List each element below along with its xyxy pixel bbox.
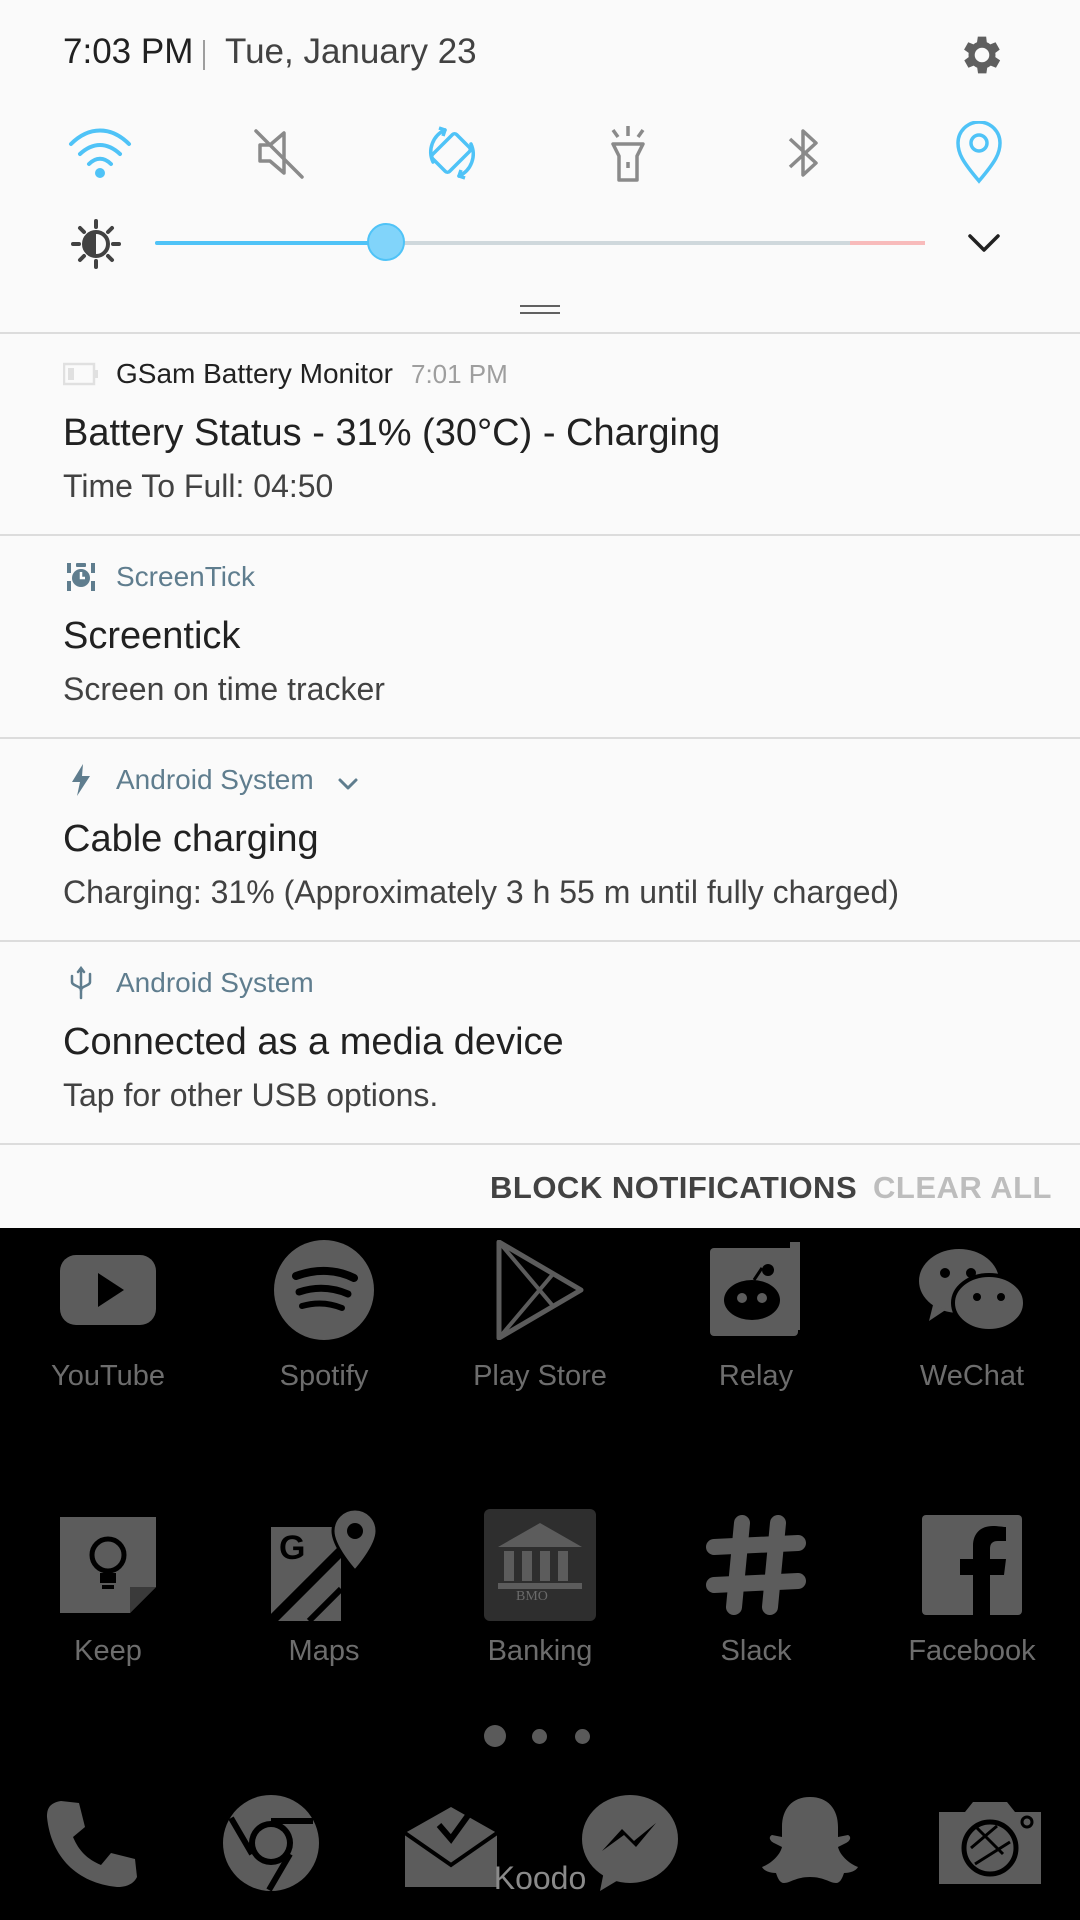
app-play-store[interactable]: Play Store	[450, 1230, 630, 1393]
app-spotify[interactable]: Spotify	[234, 1230, 414, 1393]
notification-app-name: ScreenTick	[116, 561, 256, 592]
divider	[0, 534, 1080, 536]
brightness-slider[interactable]	[155, 223, 925, 261]
notification-title: Cable charging	[63, 818, 319, 860]
app-label: Slack	[720, 1635, 792, 1667]
notification-screentick[interactable]: ScreenTick Screentick Screen on time tra…	[0, 539, 1080, 739]
slider-thumb[interactable]	[367, 223, 405, 261]
block-notifications-button[interactable]: BLOCK NOTIFICATIONS	[490, 1170, 857, 1206]
notification-title: Connected as a media device	[63, 1021, 564, 1063]
notification-shade: 7:03 PM Tue, January 23 GSam Battery Mon…	[0, 0, 1080, 1228]
notification-gsam[interactable]: GSam Battery Monitor 7:01 PM Battery Stat…	[0, 336, 1080, 536]
app-facebook[interactable]: Facebook	[882, 1505, 1062, 1668]
divider	[0, 332, 1080, 334]
app-keep[interactable]: Keep	[18, 1505, 198, 1668]
app-youtube[interactable]: YouTube	[18, 1230, 198, 1393]
notification-title: Screentick	[63, 615, 241, 657]
drag-handle[interactable]	[520, 305, 560, 314]
app-label: Spotify	[279, 1360, 369, 1392]
sound-toggle[interactable]	[240, 113, 320, 193]
app-wechat[interactable]: WeChat	[882, 1230, 1062, 1393]
page-dot	[532, 1729, 547, 1744]
app-label: Maps	[288, 1635, 360, 1667]
sound-off-icon	[254, 129, 304, 179]
bank-badge: BMO	[516, 1589, 548, 1604]
app-label: WeChat	[919, 1360, 1025, 1392]
app-label: Play Store	[473, 1360, 607, 1392]
flashlight-icon	[611, 126, 645, 182]
notification-usb[interactable]: Android System Connected as a media devi…	[0, 945, 1080, 1145]
app-label: Banking	[487, 1635, 593, 1667]
slider-warning-zone	[850, 241, 925, 245]
notification-time: 7:01 PM	[410, 359, 508, 389]
divider	[0, 940, 1080, 942]
status-row: 7:03 PM Tue, January 23	[0, 0, 1080, 105]
wifi-toggle[interactable]	[60, 113, 140, 193]
bolt-icon	[63, 762, 99, 798]
notification-app-name: Android System	[116, 764, 314, 795]
app-relay[interactable]: Relay	[666, 1230, 846, 1393]
app-slack[interactable]: Slack	[666, 1505, 846, 1668]
app-label: Relay	[718, 1360, 794, 1392]
location-toggle[interactable]	[939, 113, 1019, 193]
chevron-down-icon	[338, 778, 358, 790]
notification-actions: BLOCK NOTIFICATIONS CLEAR ALL	[0, 1148, 1080, 1228]
usb-icon	[63, 965, 99, 1001]
clear-all-button[interactable]: CLEAR ALL	[873, 1170, 1052, 1206]
app-banking[interactable]: BMO Banking	[450, 1505, 630, 1668]
notification-text: Charging: 31% (Approximately 3 h 55 m un…	[63, 874, 899, 910]
settings-button[interactable]	[957, 30, 1007, 80]
bank-icon	[480, 1505, 600, 1625]
keep-icon	[48, 1505, 168, 1625]
app-label: Facebook	[908, 1635, 1036, 1667]
svg-text:G: G	[279, 1529, 305, 1567]
facebook-icon	[912, 1505, 1032, 1625]
notification-title: Battery Status - 31% (30°C) - Charging	[63, 412, 721, 454]
page-indicator	[484, 1725, 596, 1747]
auto-rotate-icon	[429, 126, 475, 180]
app-label: YouTube	[51, 1360, 165, 1392]
expand-notification-button[interactable]	[336, 772, 360, 796]
rotate-toggle[interactable]	[412, 113, 492, 193]
bluetooth-icon	[788, 129, 818, 177]
date: Tue, January 23	[225, 32, 477, 71]
page-dot	[575, 1729, 590, 1744]
brightness-icon	[70, 218, 122, 270]
notification-app-name: Android System	[116, 967, 314, 998]
app-label: Keep	[74, 1635, 142, 1667]
clock: 7:03 PM	[63, 32, 194, 71]
maps-icon: G	[264, 1505, 384, 1625]
chevron-down-icon	[968, 234, 1000, 252]
flashlight-toggle[interactable]	[588, 113, 668, 193]
notification-text: Time To Full: 04:50	[63, 468, 334, 504]
notification-text: Screen on time tracker	[63, 671, 385, 707]
spotify-icon	[264, 1230, 384, 1350]
bluetooth-toggle[interactable]	[764, 113, 844, 193]
wifi-icon	[69, 128, 131, 178]
divider	[0, 737, 1080, 739]
carrier-label: Koodo	[493, 1860, 587, 1896]
expand-quick-settings-button[interactable]	[962, 220, 1006, 264]
gear-icon	[964, 36, 1001, 74]
divider	[0, 1143, 1080, 1145]
screentick-icon	[63, 559, 99, 595]
divider	[203, 40, 205, 70]
notification-cable-charging[interactable]: Android System Cable charging Charging: …	[0, 742, 1080, 942]
page-dot-active	[484, 1725, 506, 1747]
slider-fill	[155, 241, 386, 245]
relay-icon	[696, 1230, 816, 1350]
location-icon	[956, 121, 1002, 184]
slack-icon	[696, 1505, 816, 1625]
notification-app-name: GSam Battery Monitor 7:01 PM	[116, 358, 508, 389]
app-maps[interactable]: G Maps	[234, 1505, 414, 1668]
notification-text: Tap for other USB options.	[63, 1077, 439, 1113]
battery-monitor-icon	[63, 356, 99, 392]
youtube-icon	[48, 1230, 168, 1350]
wechat-icon	[912, 1230, 1032, 1350]
play-store-icon	[480, 1230, 600, 1350]
